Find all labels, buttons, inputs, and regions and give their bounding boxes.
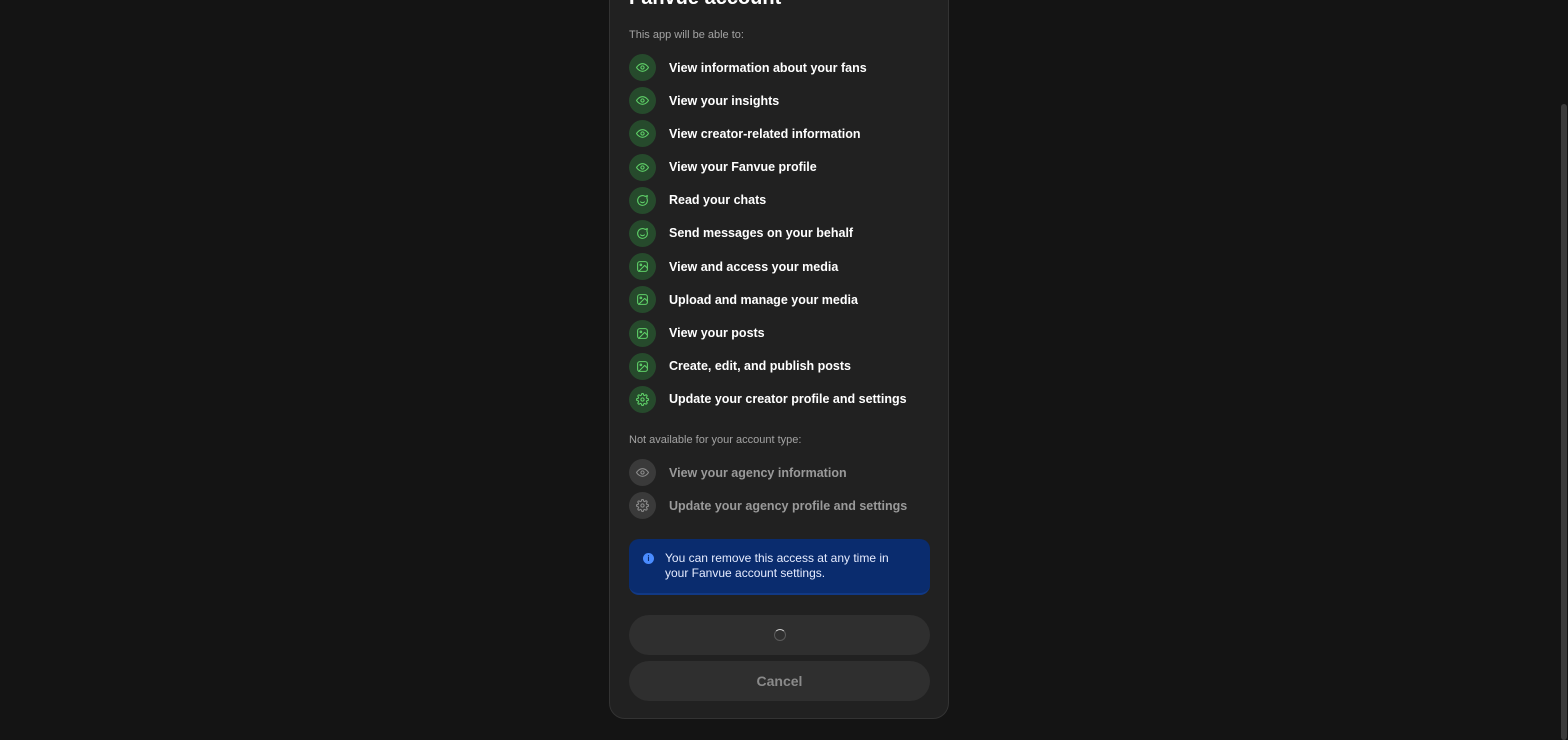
permission-label: Create, edit, and publish posts	[669, 359, 851, 374]
image-icon	[629, 319, 656, 347]
eye-icon	[629, 153, 656, 181]
eye-icon	[629, 459, 656, 486]
authorization-modal: Fanvue account This app will be able to:…	[609, 0, 949, 719]
page: Fanvue account This app will be able to:…	[0, 0, 1568, 740]
gear-icon	[629, 385, 656, 413]
eye-icon	[629, 54, 656, 81]
image-icon	[629, 352, 656, 380]
info-icon: i	[643, 553, 654, 564]
permission-item: View information about your fans	[629, 54, 929, 81]
unavailable-permission-label: Update your agency profile and settings	[669, 498, 908, 513]
permission-label: View your posts	[669, 326, 765, 340]
modal-title: Fanvue account	[629, 0, 781, 10]
unavailable-permission-item: View your agency information	[629, 459, 929, 486]
permission-label: Upload and manage your media	[669, 292, 858, 307]
permission-label: View your Fanvue profile	[669, 160, 817, 175]
info-notice: i You can remove this access at any time…	[629, 539, 930, 595]
chat-icon	[629, 186, 656, 214]
permission-label: Read your chats	[669, 193, 767, 208]
gear-icon	[629, 492, 656, 520]
permission-label: View information about your fans	[669, 60, 867, 75]
eye-icon	[629, 87, 656, 115]
image-icon	[629, 286, 656, 314]
chat-icon	[629, 219, 656, 247]
permission-item: View your posts	[629, 319, 929, 347]
permission-label: View and access your media	[669, 259, 839, 274]
unavailable-permission-label: View your agency information	[669, 465, 847, 480]
permission-item: Send messages on your behalf	[629, 219, 929, 247]
cancel-button[interactable]: Cancel	[629, 661, 930, 701]
unavailable-label: Not available for your account type:	[629, 434, 802, 446]
permission-label: Update your creator profile and settings	[669, 392, 907, 407]
permission-item: Update your creator profile and settings	[629, 385, 929, 413]
permission-item: Create, edit, and publish posts	[629, 352, 929, 380]
permission-item: View your insights	[629, 87, 929, 115]
info-notice-text: You can remove this access at any time i…	[665, 551, 889, 580]
permission-label: Send messages on your behalf	[669, 226, 854, 241]
permission-label: View creator-related information	[669, 126, 861, 141]
scrollbar[interactable]	[1560, 0, 1568, 740]
permission-item: Read your chats	[629, 186, 929, 214]
permission-label: View your insights	[669, 93, 780, 108]
unavailable-permission-list: View your agency information Update your…	[629, 459, 929, 525]
image-icon	[629, 253, 656, 281]
unavailable-permission-item: Update your agency profile and settings	[629, 492, 929, 520]
permission-item: Upload and manage your media	[629, 286, 929, 314]
permission-item: View your Fanvue profile	[629, 153, 929, 181]
eye-icon	[629, 120, 656, 148]
scrollbar-thumb[interactable]	[1561, 104, 1567, 740]
loading-spinner-icon	[773, 629, 786, 641]
permission-item: View creator-related information	[629, 120, 929, 148]
permission-list: View information about your fans View yo…	[629, 54, 929, 419]
authorize-button[interactable]	[629, 615, 930, 655]
permissions-label: This app will be able to:	[629, 29, 744, 41]
permission-item: View and access your media	[629, 253, 929, 281]
